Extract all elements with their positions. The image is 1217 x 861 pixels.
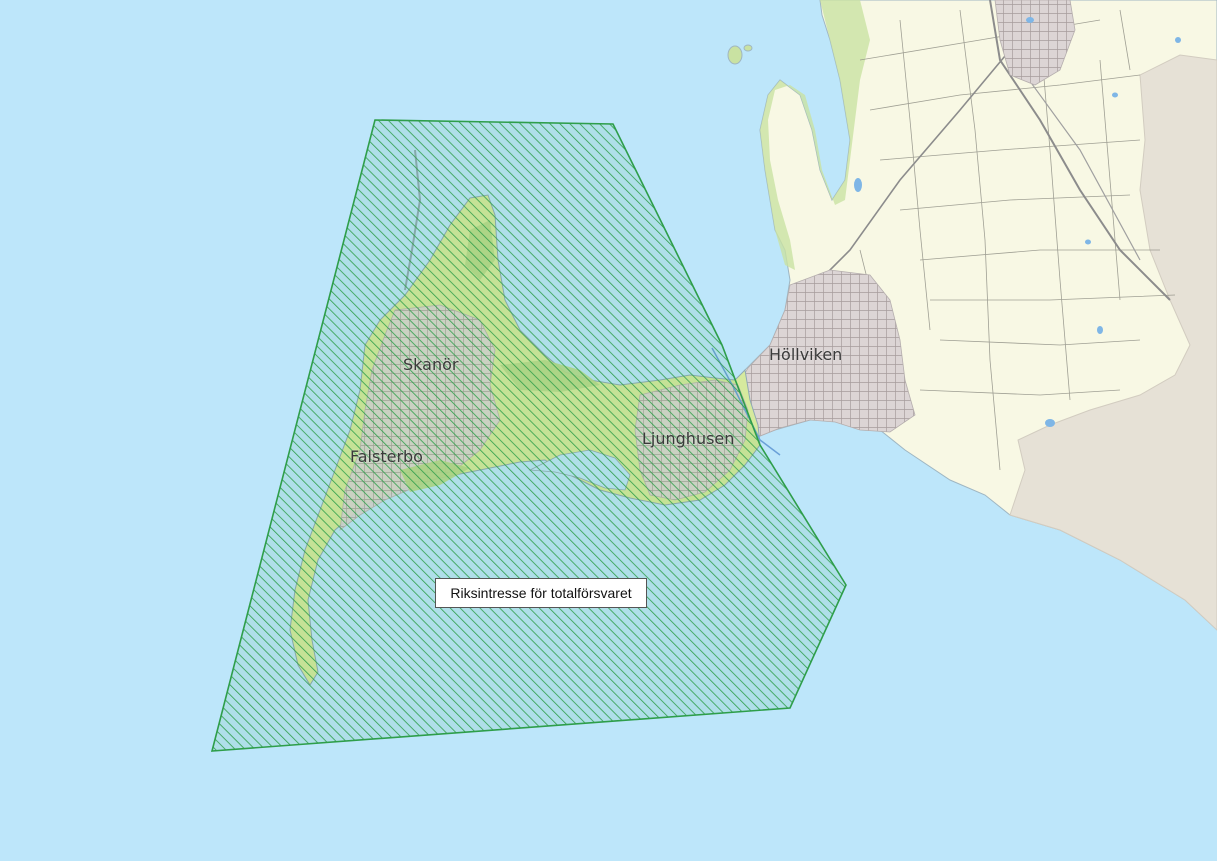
map-canvas[interactable] [0, 0, 1217, 861]
place-label-ljunghusen: Ljunghusen [642, 429, 735, 448]
map-view[interactable]: Skanör Falsterbo Ljunghusen Höllviken Ri… [0, 0, 1217, 861]
place-label-skanor: Skanör [403, 355, 459, 374]
place-label-hollviken: Höllviken [769, 345, 843, 364]
place-label-falsterbo: Falsterbo [350, 447, 423, 466]
zone-label: Riksintresse för totalförsvaret [435, 578, 647, 608]
islet [743, 44, 753, 52]
islet [727, 45, 743, 65]
